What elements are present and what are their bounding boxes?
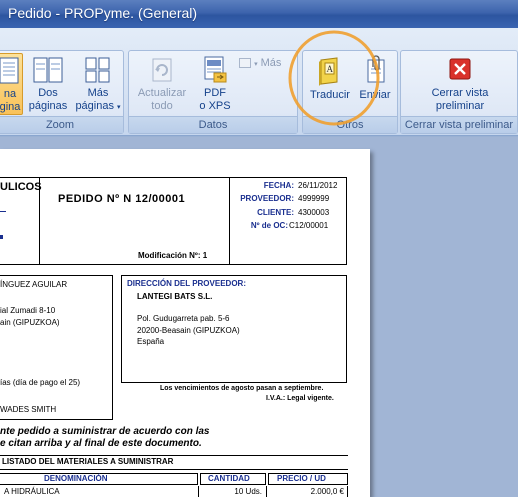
close-icon (449, 58, 471, 80)
two-pages-label-1: Dos (38, 87, 58, 99)
update-all-label-2: todo (151, 100, 173, 112)
ribbon: na gina Dos páginas Más páginas ▾ Zoom A… (0, 28, 518, 136)
pdf-xps-button[interactable]: PDF o XPS (191, 55, 239, 115)
client-line-5: WADES SMITH (0, 405, 57, 414)
supplier-address-2: 20200-Beasain (GIPUZKOA) (137, 326, 240, 335)
supplier-country: España (137, 337, 165, 346)
client-line-4: ías (día de pago el 25) (0, 378, 81, 387)
two-pages-label-2: páginas (28, 100, 68, 112)
pdf-document-icon (204, 56, 227, 83)
datos-group-label: Datos (129, 116, 297, 133)
update-all-label-1: Actualizar (137, 87, 187, 99)
meta-client-value: 4300003 (298, 208, 330, 217)
datos-group: Actualizar todo PDF o XPS ▾ Más Datos (128, 50, 298, 134)
materials-rule-2 (0, 469, 348, 470)
refresh-icon (152, 58, 172, 82)
row-quantity: 10 Uds. (234, 487, 262, 496)
meta-client-label: CLIENTE: (257, 208, 294, 217)
table-divider-1 (198, 486, 199, 497)
materials-rule (0, 455, 348, 456)
company-name: ULICOS (0, 181, 42, 193)
materials-title: LISTADO DEL MATERIALES A SUMINISTRAR (2, 457, 174, 466)
row-price: 2.000,0 € (310, 487, 344, 496)
highlight-circle (288, 30, 380, 126)
more-pages-label-1: Más (87, 87, 109, 99)
two-pages-button[interactable]: Dos páginas (25, 53, 71, 115)
table-header-price: PRECIO / UD (277, 474, 326, 483)
pdf-label-1: PDF (204, 87, 226, 99)
title-bar: Pedido - PROPyme. (General) (0, 0, 518, 28)
one-page-button[interactable]: na gina (0, 53, 23, 115)
client-line-3: ain (GIPUZKOA) (0, 318, 60, 327)
close-preview-label-2: preliminar (435, 100, 485, 112)
document-page: ULICOS PEDIDO Nº N 12/00001 Modificación… (0, 149, 370, 497)
more-data-label: Más (260, 57, 282, 69)
table-divider-2 (266, 486, 267, 497)
table-divider-3 (347, 486, 348, 497)
chevron-down-icon: ▾ (117, 104, 121, 111)
window-title: Pedido - PROPyme. (General) (8, 5, 198, 21)
one-page-label-2: gina (0, 101, 21, 113)
two-pages-icon (33, 57, 63, 83)
statement-line-2: e citan arriba y al final de este docume… (0, 438, 202, 449)
meta-date-label: FECHA: (263, 181, 294, 190)
one-page-icon (0, 57, 19, 84)
client-address-box (0, 275, 113, 420)
close-preview-group-label: Cerrar vista preliminar (401, 116, 517, 133)
supplier-name: LANTEGI BATS S.L. (137, 292, 213, 301)
supplier-address-1: Pol. Gudugarreta pab. 5-6 (137, 314, 230, 323)
payment-note: Los vencimientos de agosto pasan a septi… (160, 385, 324, 392)
close-preview-group: Cerrar vista preliminar Cerrar vista pre… (400, 50, 518, 134)
meta-po-label: Nº de OC: (250, 221, 288, 230)
order-title: PEDIDO Nº N 12/00001 (58, 193, 186, 205)
more-data-button[interactable]: ▾ Más (239, 57, 289, 73)
close-preview-label-1: Cerrar vista (431, 87, 489, 99)
more-pages-label-2: páginas (75, 100, 114, 112)
blue-rule (0, 211, 6, 212)
supplier-heading: DIRECCIÓN DEL PROVEEDOR: (127, 279, 246, 288)
blue-mark (0, 235, 3, 239)
table-header-denomination: DENOMINACIÓN (44, 474, 108, 483)
zoom-group: na gina Dos páginas Más páginas ▾ Zoom (0, 50, 124, 134)
table-header-quantity: CANTIDAD (208, 474, 250, 483)
more-pages-icon (85, 57, 110, 83)
close-preview-button[interactable]: Cerrar vista preliminar (405, 55, 515, 115)
meta-supplier-value: 4999999 (298, 194, 330, 203)
meta-date-value: 26/11/2012 (298, 181, 338, 190)
zoom-group-label: Zoom (0, 116, 123, 133)
modification-number: Modificación Nº: 1 (138, 251, 208, 260)
data-options-icon (239, 58, 251, 69)
client-line-2: ial Zumadi 8-10 (0, 306, 56, 315)
meta-supplier-label: PROVEEDOR: (240, 194, 294, 203)
chevron-down-icon: ▾ (254, 61, 258, 68)
pdf-label-2: o XPS (199, 100, 231, 112)
more-pages-button[interactable]: Más páginas ▾ (73, 53, 123, 115)
one-page-label-1: na (3, 88, 17, 100)
statement-line-1: nte pedido a suministrar de acuerdo con … (0, 426, 210, 437)
client-line-1: ÍNGUEZ AGUILAR (0, 280, 68, 289)
vat-note: I.V.A.: Legal vigente. (266, 395, 334, 402)
meta-po-value: C12/00001 (289, 221, 329, 230)
row-denomination: A HIDRÁULICA (4, 487, 60, 496)
update-all-button[interactable]: Actualizar todo (133, 55, 191, 115)
